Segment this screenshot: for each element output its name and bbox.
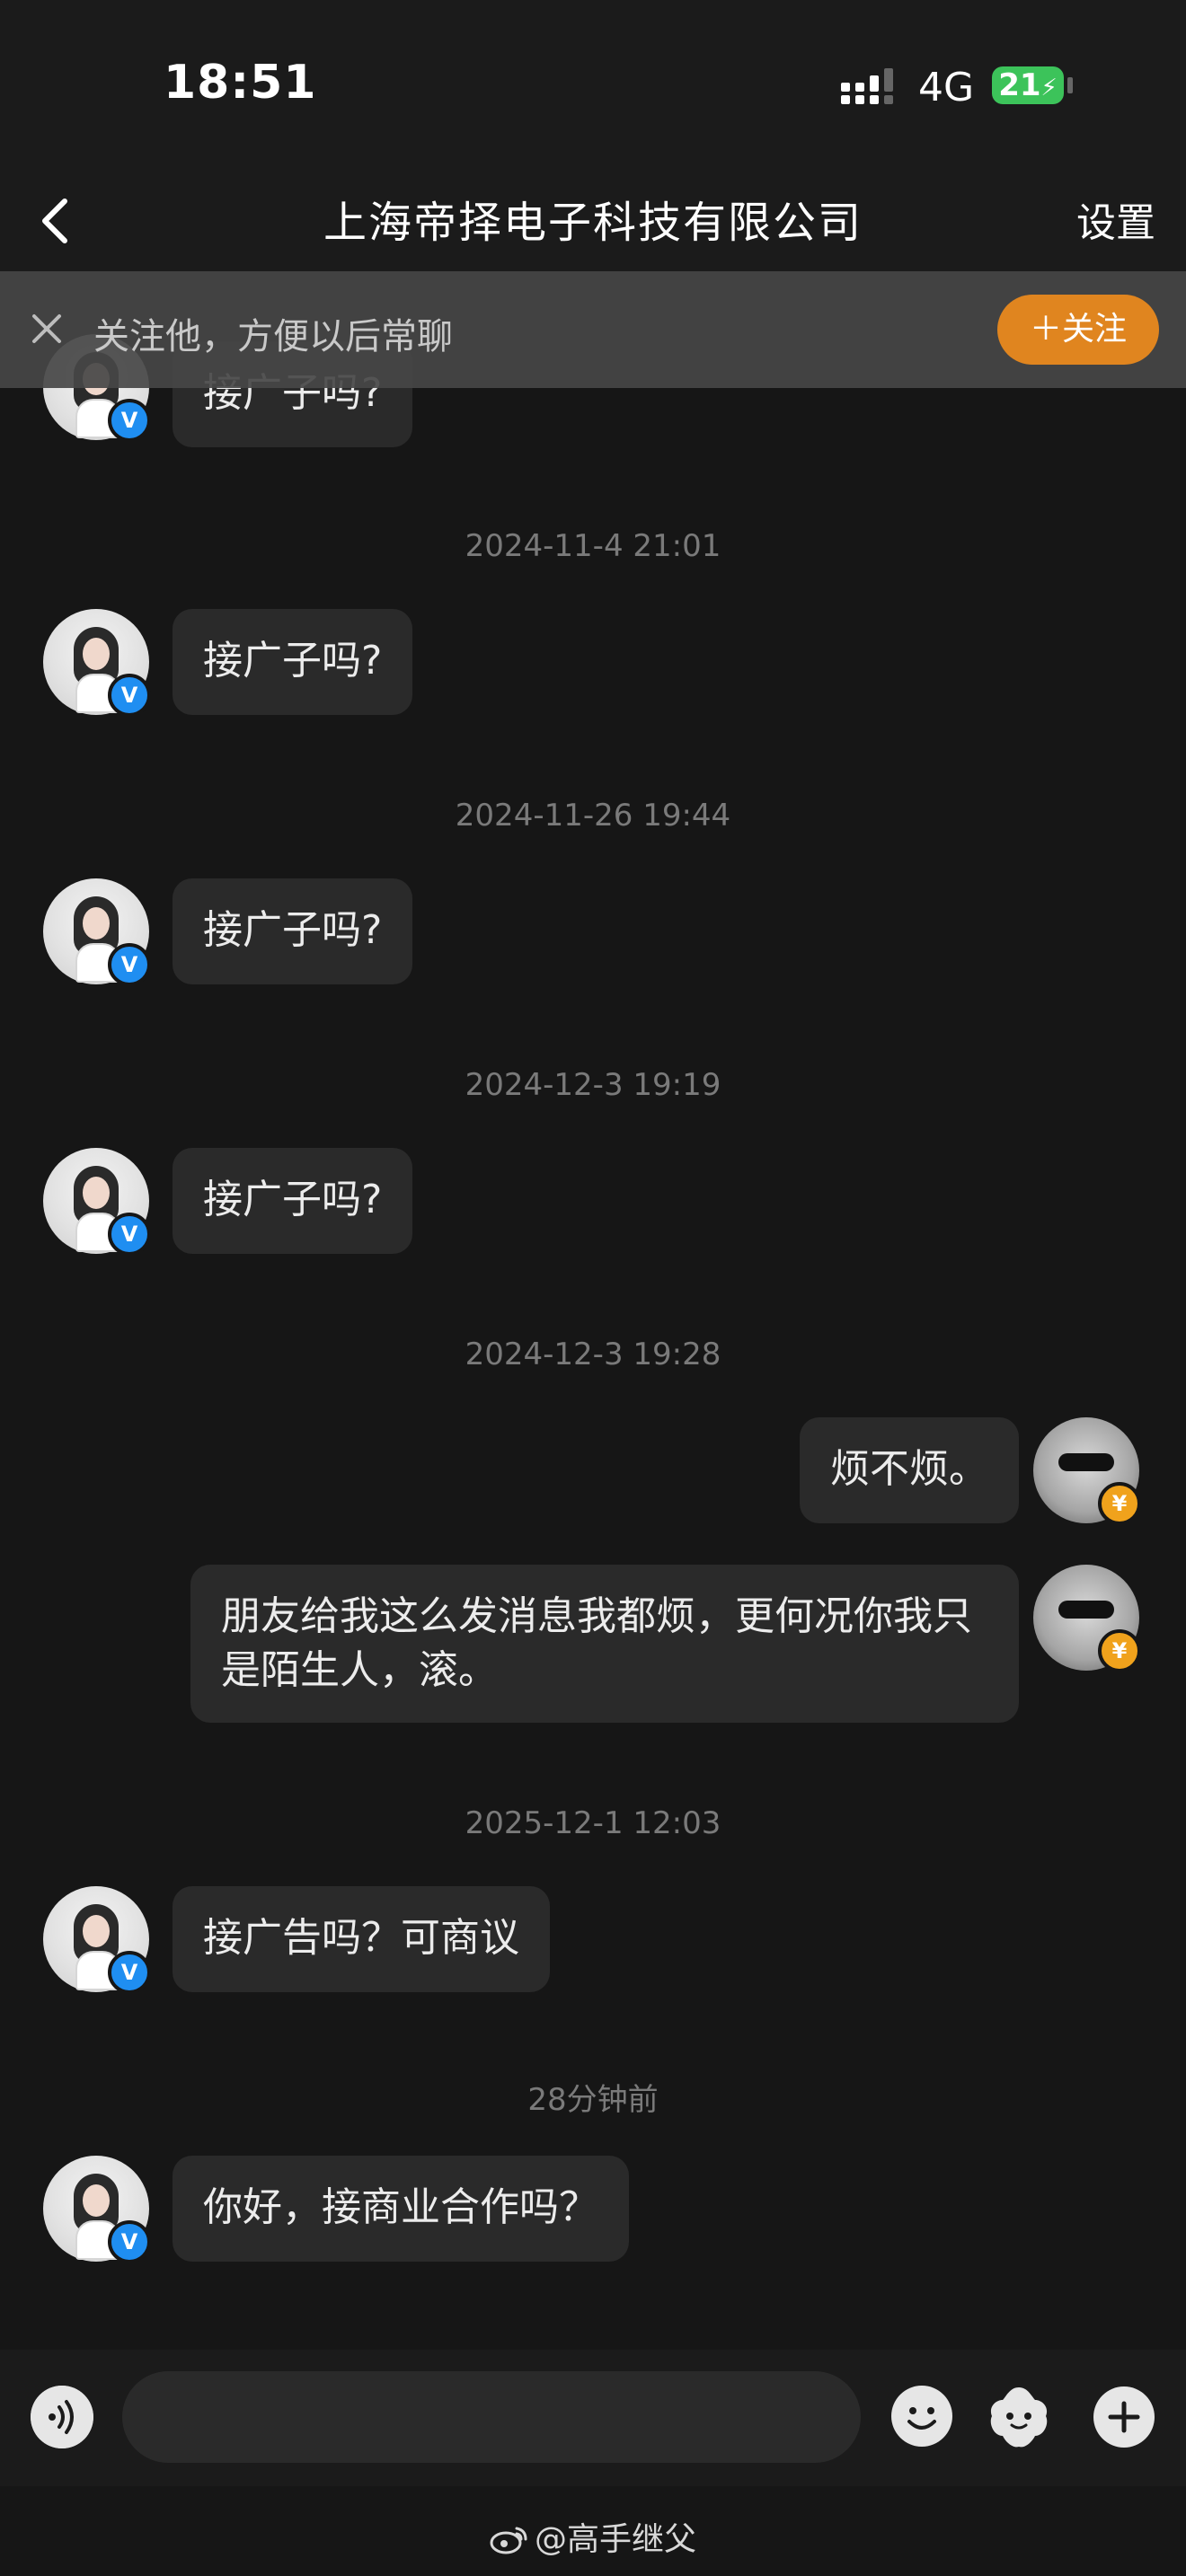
- message-bubble-sent[interactable]: 朋友给我这么发消息我都烦，更何况你我只是陌生人，滚。: [190, 1565, 1019, 1723]
- message-text: 接广子吗?: [203, 907, 383, 953]
- message-timestamp: 28分钟前: [527, 2082, 659, 2118]
- contact-avatar[interactable]: V: [43, 1148, 151, 1256]
- close-icon[interactable]: [27, 309, 66, 348]
- message-timestamp: 2024-12-3 19:28: [465, 1337, 721, 1372]
- status-bar: 18:51 4G 21⚡: [0, 0, 1186, 171]
- message-text: 接广子吗?: [203, 1177, 383, 1222]
- plus-icon[interactable]: [1093, 2386, 1155, 2448]
- sticker-icon[interactable]: [985, 2384, 1053, 2452]
- message-bubble-received[interactable]: 接广告吗？可商议: [173, 1886, 550, 1992]
- message-timestamp: 2024-12-3 19:19: [465, 1067, 721, 1103]
- navigation-bar: 上海帝择电子科技有限公司 设置: [0, 171, 1186, 271]
- contact-avatar[interactable]: V: [43, 878, 151, 986]
- follow-button[interactable]: ＋关注: [997, 295, 1159, 365]
- avatar-face: [83, 1915, 110, 1947]
- message-bubble-received[interactable]: 接广子吗?: [173, 609, 413, 715]
- message-bubble-sent[interactable]: 烦不烦。: [800, 1417, 1019, 1523]
- message-timestamp: 2024-11-26 19:44: [455, 798, 731, 834]
- message-bubble-received[interactable]: 你好，接商业合作吗？: [173, 2156, 629, 2262]
- footer: @高手继父: [0, 2486, 1186, 2576]
- verified-badge-icon: V: [108, 2220, 151, 2263]
- watermark-text: @高手继父: [534, 2521, 696, 2558]
- contact-avatar[interactable]: V: [43, 1886, 151, 1994]
- verified-badge-icon: V: [108, 1951, 151, 1994]
- contact-avatar[interactable]: V: [43, 2156, 151, 2263]
- follow-banner-text: 关注他，方便以后常聊: [93, 316, 453, 357]
- voice-input-icon[interactable]: [31, 2386, 93, 2448]
- battery-cap: [1067, 77, 1073, 93]
- message-input[interactable]: [122, 2371, 861, 2463]
- message-bubble-received[interactable]: 接广子吗?: [173, 1148, 413, 1254]
- avatar-face: [83, 638, 110, 670]
- message-text: 接广子吗?: [203, 638, 383, 684]
- message-bubble-received[interactable]: 接广子吗?: [173, 878, 413, 984]
- contact-avatar[interactable]: V: [43, 609, 151, 717]
- battery-icon: 21⚡: [992, 66, 1064, 104]
- weibo-logo-icon: [490, 2527, 527, 2554]
- message-timestamp: 2025-12-1 12:03: [465, 1805, 721, 1841]
- settings-button[interactable]: 设置: [1076, 190, 1155, 248]
- message-text: 接广告吗？可商议: [203, 1915, 519, 1961]
- message-input-bar: [0, 2350, 1186, 2486]
- avatar-face: [83, 1177, 110, 1209]
- follow-banner: 关注他，方便以后常聊 ＋关注: [0, 271, 1186, 388]
- vip-badge-icon: ¥: [1098, 1482, 1141, 1525]
- chat-message-list[interactable]: [0, 271, 1186, 2350]
- sunglasses-icon: [1058, 1453, 1114, 1471]
- sunglasses-icon: [1058, 1601, 1114, 1619]
- battery-level: 21: [998, 67, 1041, 103]
- my-avatar[interactable]: ¥: [1033, 1565, 1141, 1672]
- watermark: @高手继父: [0, 2513, 1186, 2560]
- verified-badge-icon: V: [108, 674, 151, 717]
- my-avatar[interactable]: ¥: [1033, 1417, 1141, 1525]
- vip-badge-icon: ¥: [1098, 1629, 1141, 1672]
- avatar-face: [83, 907, 110, 940]
- emoji-icon[interactable]: [890, 2384, 954, 2448]
- verified-badge-icon: V: [108, 399, 151, 442]
- avatar-face: [83, 2184, 110, 2217]
- status-time: 18:51: [164, 56, 317, 110]
- message-timestamp: 2024-11-4 21:01: [465, 528, 721, 564]
- message-text: 烦不烦。: [830, 1446, 988, 1492]
- verified-badge-icon: V: [108, 943, 151, 986]
- conversation-title: 上海帝择电子科技有限公司: [323, 198, 863, 248]
- message-text: 朋友给我这么发消息我都烦，更何况你我只是陌生人，滚。: [221, 1593, 972, 1693]
- message-text: 你好，接商业合作吗？: [203, 2184, 598, 2230]
- network-type: 4G: [918, 65, 975, 110]
- signal-strength-icon: [841, 68, 893, 104]
- verified-badge-icon: V: [108, 1213, 151, 1256]
